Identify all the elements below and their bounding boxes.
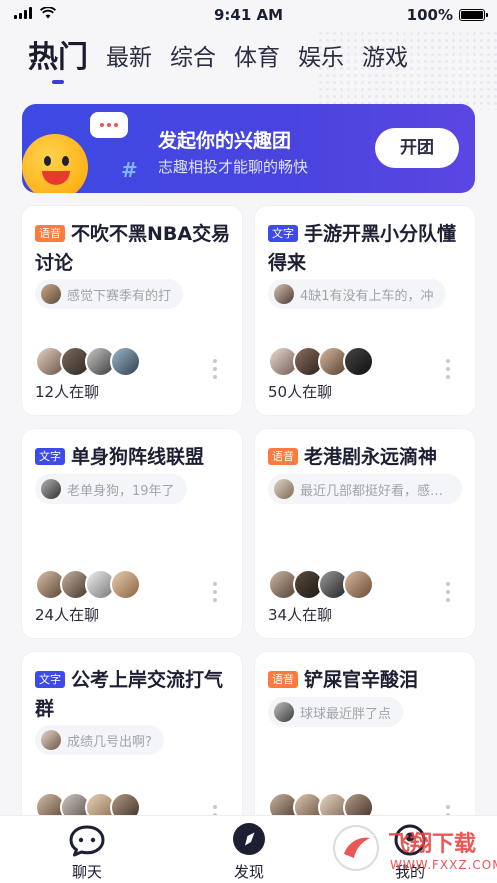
group-card[interactable]: 语音 老港剧永远滴神 最近几部都挺好看，感觉... 34人在聊	[255, 429, 475, 638]
group-card[interactable]: 文字 手游开黑小分队懂得来 4缺1有没有上车的，冲 50人在聊	[255, 206, 475, 415]
group-title: 文字 单身狗阵线联盟	[35, 443, 235, 472]
hashtag-icon: #	[121, 158, 138, 182]
text-tag: 文字	[268, 225, 298, 242]
tab-games[interactable]: 游戏	[362, 40, 408, 76]
banner-title: 发起你的兴趣团	[158, 130, 292, 152]
tab-latest[interactable]: 最新	[106, 40, 152, 76]
status-bar: 9:41 AM 100%	[0, 0, 497, 30]
battery-icon	[459, 9, 488, 21]
chat-bubble-icon	[90, 112, 128, 138]
group-title: 语音 铲屎官辛酸泪	[268, 666, 468, 695]
group-card[interactable]: 语音 不吹不黑NBA交易讨论 感觉下赛季有的打 12人在聊	[22, 206, 242, 415]
chat-bubble-icon	[69, 825, 105, 857]
category-tabs: 热门 最新 综合 体育 娱乐 游戏	[28, 40, 408, 84]
battery-percent: 100%	[406, 6, 453, 24]
smiley-face-icon	[22, 134, 88, 193]
group-title: 文字 手游开黑小分队懂得来	[268, 223, 457, 274]
avatar	[41, 284, 61, 304]
tab-sports[interactable]: 体育	[234, 40, 280, 76]
group-title: 语音 老港剧永远滴神	[268, 443, 468, 472]
tabbar-label: 发现	[233, 863, 264, 881]
avatar	[343, 569, 374, 600]
last-message: 老单身狗，19年了	[35, 474, 187, 504]
tabbar-label: 聊天	[71, 863, 102, 881]
avatar	[274, 284, 294, 304]
member-count: 12人在聊	[35, 383, 100, 401]
more-options-icon[interactable]	[446, 582, 451, 602]
group-title: 语音 不吹不黑NBA交易讨论	[35, 223, 231, 274]
member-avatars	[35, 569, 141, 600]
last-message: 感觉下赛季有的打	[35, 279, 184, 309]
avatar	[41, 730, 61, 750]
tab-entertainment[interactable]: 娱乐	[298, 40, 344, 76]
tab-hot[interactable]: 热门	[28, 40, 88, 84]
member-count: 50人在聊	[268, 383, 333, 401]
status-right: 100%	[406, 6, 488, 24]
avatar	[110, 569, 141, 600]
avatar	[343, 346, 374, 377]
group-title: 文字 公考上岸交流打气群	[35, 669, 224, 720]
more-options-icon[interactable]	[213, 359, 218, 379]
compass-icon	[233, 823, 265, 855]
avatar	[41, 479, 61, 499]
watermark-logo: 飞翔下载 WWW.FXXZ.COM	[332, 822, 497, 880]
tab-general[interactable]: 综合	[170, 40, 216, 76]
voice-tag: 语音	[35, 225, 65, 242]
active-tab-indicator	[52, 80, 64, 84]
text-tag: 文字	[35, 671, 65, 688]
last-message: 成绩几号出啊?	[35, 725, 164, 755]
more-options-icon[interactable]	[446, 359, 451, 379]
last-message: 最近几部都挺好看，感觉...	[268, 474, 462, 504]
create-group-button[interactable]: 开团	[375, 128, 459, 168]
group-card[interactable]: 文字 单身狗阵线联盟 老单身狗，19年了 24人在聊	[22, 429, 242, 638]
member-count: 34人在聊	[268, 606, 333, 624]
avatar	[274, 479, 294, 499]
last-message: 球球最近胖了点	[268, 697, 404, 727]
avatar	[274, 702, 294, 722]
member-avatars	[268, 346, 374, 377]
avatar	[110, 346, 141, 377]
text-tag: 文字	[35, 448, 65, 465]
last-message: 4缺1有没有上车的，冲	[268, 279, 446, 309]
member-count: 24人在聊	[35, 606, 100, 624]
banner-subtitle: 志趣相投才能聊的畅快	[158, 158, 309, 176]
member-avatars	[35, 346, 141, 377]
create-group-banner[interactable]: # 发起你的兴趣团 志趣相投才能聊的畅快 开团	[22, 104, 475, 193]
voice-tag: 语音	[268, 671, 298, 688]
voice-tag: 语音	[268, 448, 298, 465]
member-avatars	[268, 569, 374, 600]
watermark-badge-icon	[333, 825, 379, 871]
more-options-icon[interactable]	[213, 582, 218, 602]
